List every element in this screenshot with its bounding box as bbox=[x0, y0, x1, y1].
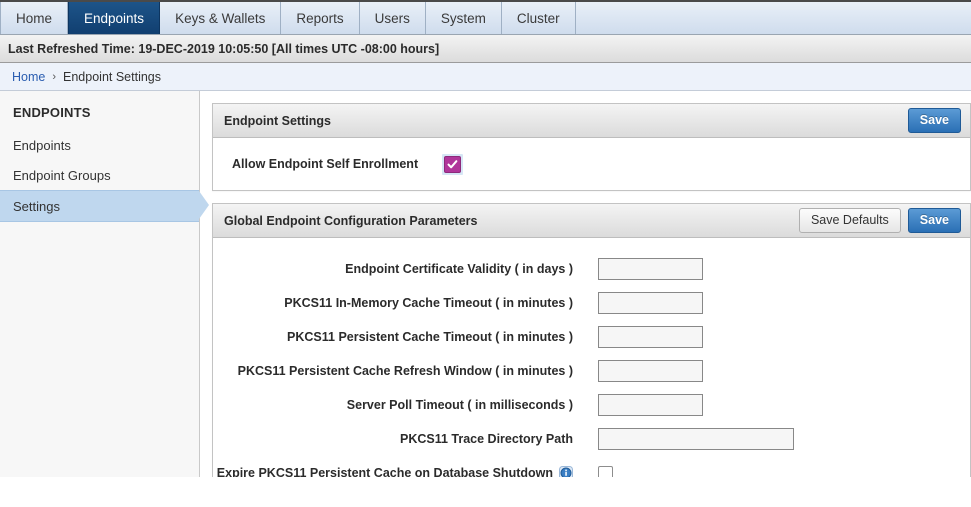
endpoint-settings-panel-actions: Save bbox=[907, 108, 961, 133]
global-endpoint-configuration-panel-header: Global Endpoint Configuration Parameters… bbox=[213, 204, 970, 238]
global-endpoint-configuration-panel-title: Global Endpoint Configuration Parameters bbox=[224, 213, 478, 228]
field-label-text: PKCS11 Persistent Cache Refresh Window (… bbox=[237, 364, 573, 378]
endpoint-settings-save-button[interactable]: Save bbox=[907, 108, 961, 133]
field-label-text: PKCS11 In-Memory Cache Timeout ( in minu… bbox=[284, 296, 573, 310]
sidebar-item-list: Endpoints Endpoint Groups Settings bbox=[0, 130, 209, 222]
sidebar-item-endpoint-groups[interactable]: Endpoint Groups bbox=[0, 160, 199, 190]
nav-tab-reports[interactable]: Reports bbox=[281, 2, 360, 34]
label-pkcs11-in-memory-cache-timeout-in-minutes: PKCS11 In-Memory Cache Timeout ( in minu… bbox=[213, 296, 598, 310]
label-pkcs11-persistent-cache-timeout-in-minutes: PKCS11 Persistent Cache Timeout ( in min… bbox=[213, 330, 598, 344]
label-expire-pkcs11-persistent-cache-on-database-shutdown: Expire PKCS11 Persistent Cache on Databa… bbox=[213, 466, 598, 477]
form-row-pkcs11-trace-directory-path: PKCS11 Trace Directory Path bbox=[213, 422, 970, 456]
nav-tab-users[interactable]: Users bbox=[360, 2, 426, 34]
sidebar-title: ENDPOINTS bbox=[13, 105, 91, 120]
sidebar-item-label: Endpoint Groups bbox=[13, 167, 111, 183]
form-row-pkcs11-persistent-cache-timeout-in-minutes: PKCS11 Persistent Cache Timeout ( in min… bbox=[213, 320, 970, 354]
field-label-text: PKCS11 Persistent Cache Timeout ( in min… bbox=[287, 330, 573, 344]
input-pkcs11-trace-directory-path[interactable] bbox=[598, 428, 794, 450]
last-refreshed-text: Last Refreshed Time: 19-DEC-2019 10:05:5… bbox=[8, 41, 440, 56]
main-navigation-tabs: Home Endpoints Keys & Wallets Reports Users S… bbox=[0, 2, 971, 35]
sidebar: ENDPOINTS Endpoints Endpoint Groups Settin… bbox=[0, 91, 209, 477]
breadcrumb: Home › Endpoint Settings bbox=[0, 63, 971, 91]
input-pkcs11-in-memory-cache-timeout-in-minutes[interactable] bbox=[598, 292, 703, 314]
selected-item-pointer-icon bbox=[199, 191, 209, 219]
checkbox-expire-pkcs11-persistent-cache-on-database-shutdown[interactable] bbox=[598, 465, 613, 477]
breadcrumb-separator-icon: › bbox=[52, 70, 57, 83]
form-row-pkcs11-in-memory-cache-timeout-in-minutes: PKCS11 In-Memory Cache Timeout ( in minu… bbox=[213, 286, 970, 320]
sidebar-item-label: Settings bbox=[13, 198, 60, 214]
field-label-text: Server Poll Timeout ( in milliseconds ) bbox=[346, 398, 573, 412]
last-refreshed-bar: Last Refreshed Time: 19-DEC-2019 10:05:5… bbox=[0, 35, 971, 63]
main-content: Endpoint Settings Save Allow Endpoint Se… bbox=[200, 91, 971, 477]
endpoint-settings-panel-title: Endpoint Settings bbox=[224, 113, 331, 128]
endpoint-settings-panel-body: Allow Endpoint Self Enrollment bbox=[213, 138, 970, 190]
sidebar-item-settings[interactable]: Settings bbox=[0, 190, 209, 222]
label-pkcs11-persistent-cache-refresh-window-in-minutes: PKCS11 Persistent Cache Refresh Window (… bbox=[213, 364, 598, 378]
nav-tab-cluster[interactable]: Cluster bbox=[502, 2, 576, 34]
save-defaults-button[interactable]: Save Defaults bbox=[798, 208, 901, 233]
field-label-text: Endpoint Certificate Validity ( in days … bbox=[345, 262, 573, 276]
input-server-poll-timeout-in-milliseconds[interactable] bbox=[598, 394, 703, 416]
form-row-endpoint-certificate-validity-in-days: Endpoint Certificate Validity ( in days … bbox=[213, 252, 970, 286]
input-pkcs11-persistent-cache-refresh-window-in-minutes[interactable] bbox=[598, 360, 703, 382]
sidebar-item-label: Endpoints bbox=[13, 137, 71, 153]
nav-tab-keys-wallets[interactable]: Keys & Wallets bbox=[160, 2, 282, 34]
endpoint-settings-panel-header: Endpoint Settings Save bbox=[213, 104, 970, 138]
allow-endpoint-self-enrollment-row: Allow Endpoint Self Enrollment bbox=[213, 138, 970, 190]
breadcrumb-current: Endpoint Settings bbox=[63, 69, 162, 84]
input-pkcs11-persistent-cache-timeout-in-minutes[interactable] bbox=[598, 326, 703, 348]
form-row-expire-pkcs11-persistent-cache-on-database-shutdown: Expire PKCS11 Persistent Cache on Databa… bbox=[213, 456, 970, 477]
nav-tab-system[interactable]: System bbox=[426, 2, 502, 34]
label-endpoint-certificate-validity-in-days: Endpoint Certificate Validity ( in days … bbox=[213, 262, 598, 276]
allow-endpoint-self-enrollment-label: Allow Endpoint Self Enrollment bbox=[232, 157, 419, 171]
global-parameters-form: Endpoint Certificate Validity ( in days … bbox=[213, 238, 970, 477]
checkmark-icon bbox=[444, 155, 462, 173]
nav-tab-endpoints[interactable]: Endpoints bbox=[68, 2, 161, 34]
global-endpoint-configuration-panel: Global Endpoint Configuration Parameters… bbox=[212, 203, 971, 477]
label-server-poll-timeout-in-milliseconds: Server Poll Timeout ( in milliseconds ) bbox=[213, 398, 598, 412]
global-endpoint-configuration-panel-body: Endpoint Certificate Validity ( in days … bbox=[213, 238, 970, 477]
info-icon[interactable] bbox=[559, 466, 573, 477]
field-label-text: Expire PKCS11 Persistent Cache on Databa… bbox=[216, 466, 553, 477]
global-endpoint-configuration-panel-actions: Save Defaults Save bbox=[798, 208, 961, 233]
input-endpoint-certificate-validity-in-days[interactable] bbox=[598, 258, 703, 280]
form-row-pkcs11-persistent-cache-refresh-window-in-minutes: PKCS11 Persistent Cache Refresh Window (… bbox=[213, 354, 970, 388]
form-row-server-poll-timeout-in-milliseconds: Server Poll Timeout ( in milliseconds ) bbox=[213, 388, 970, 422]
label-pkcs11-trace-directory-path: PKCS11 Trace Directory Path bbox=[213, 432, 598, 446]
breadcrumb-home-link[interactable]: Home bbox=[12, 70, 45, 84]
allow-endpoint-self-enrollment-checkbox[interactable] bbox=[442, 153, 464, 175]
endpoint-settings-panel: Endpoint Settings Save Allow Endpoint Se… bbox=[212, 103, 971, 191]
sidebar-item-endpoints[interactable]: Endpoints bbox=[0, 130, 199, 160]
field-label-text: PKCS11 Trace Directory Path bbox=[400, 432, 573, 446]
nav-tab-home[interactable]: Home bbox=[0, 2, 69, 34]
global-endpoint-configuration-save-button[interactable]: Save bbox=[907, 208, 961, 233]
